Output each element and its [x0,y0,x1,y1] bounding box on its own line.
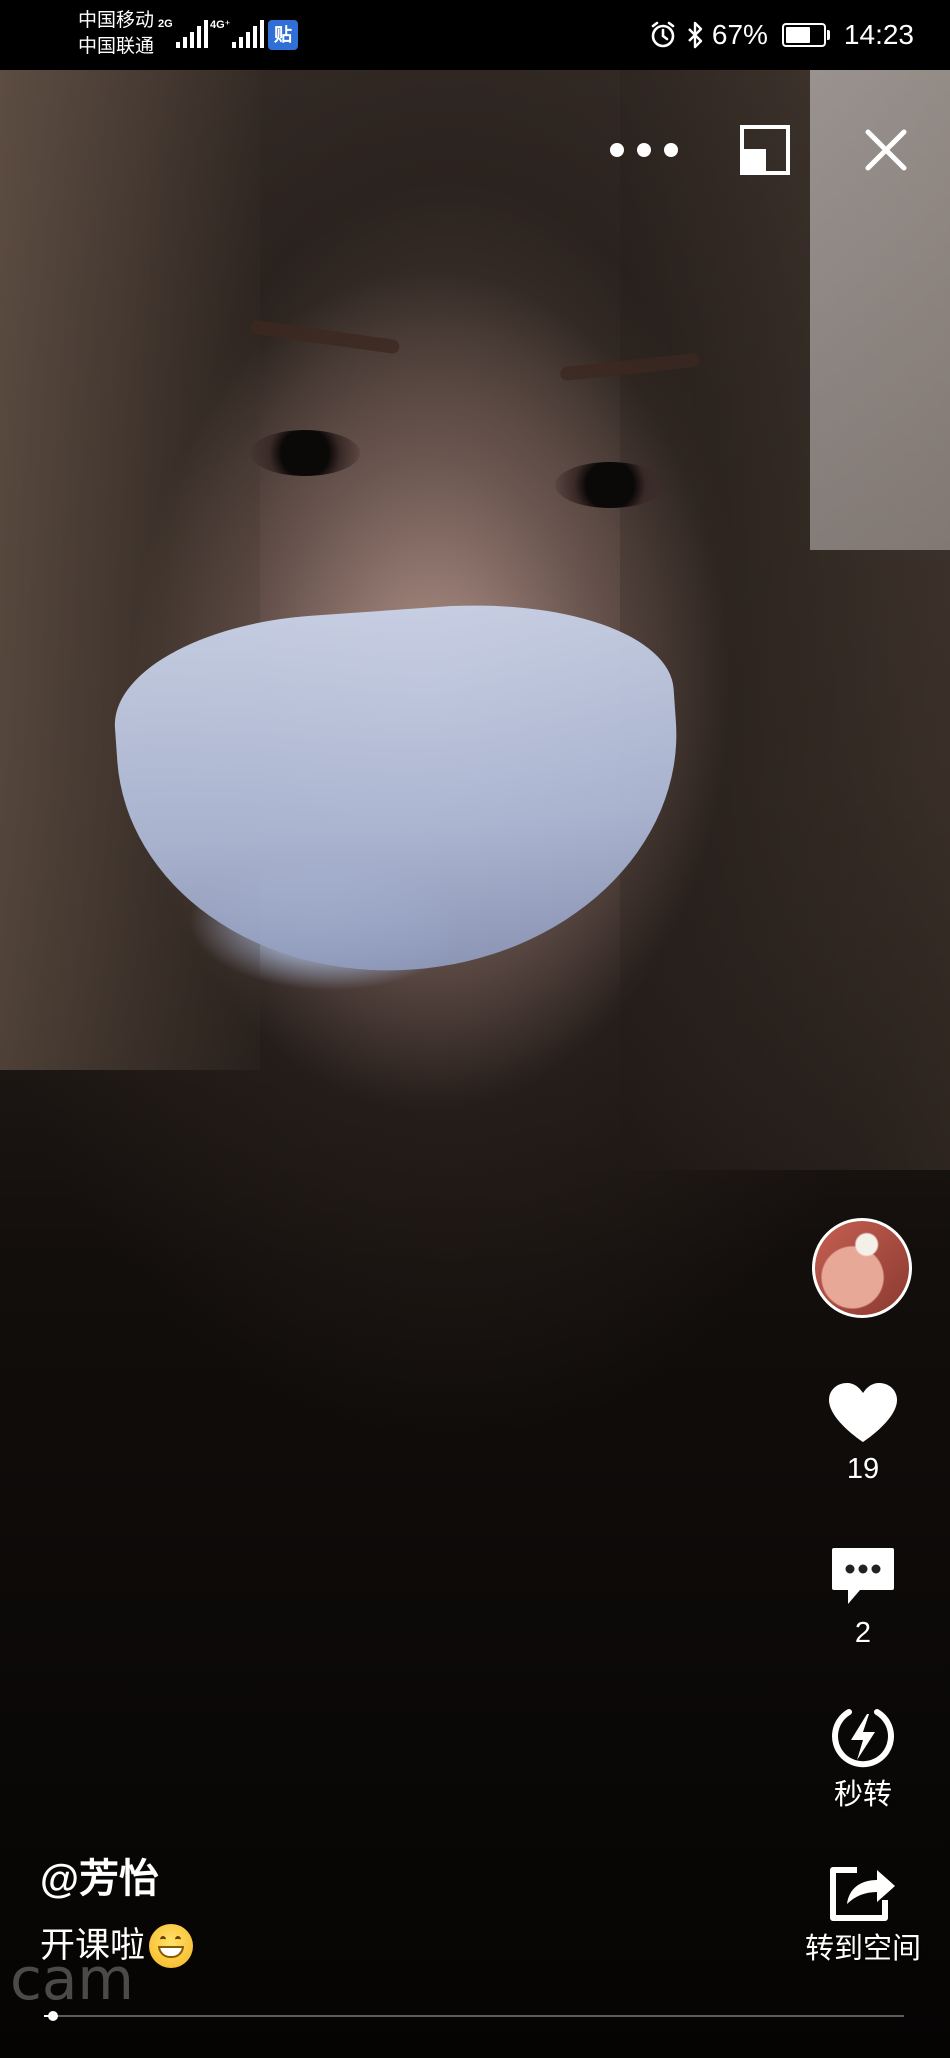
share-icon [830,1867,895,1921]
video-player-screen: cam 中国移动 中国联通 2G 4G⁺ 贴 67% 14:23 19 2 秒转… [0,0,950,2058]
quick-forward-button[interactable]: 秒转 [800,1702,926,1812]
heart-icon [829,1383,897,1442]
more-icon-dot [664,143,678,157]
battery-percent: 67% [711,19,768,50]
battery-fill [785,27,810,43]
network-type-1: 2G [158,18,173,30]
battery-icon [781,23,830,47]
comment-icon [832,1548,894,1604]
floating-window-button[interactable] [740,125,790,175]
playback-progress-bar[interactable] [44,2011,904,2021]
grin-emoji-icon [149,1924,194,1968]
share-to-space-label: 转到空间 [804,1933,921,1965]
playback-progress-handle[interactable] [47,2011,58,2021]
quick-forward-label: 秒转 [833,1779,892,1811]
status-bar: 中国移动 中国联通 2G 4G⁺ 贴 67% 14:23 [0,0,950,70]
caption-text: 开课啦 [40,1926,146,1965]
share-to-space-button[interactable]: 转到空间 [788,1862,938,1966]
post-caption: 开课啦 [40,1924,194,1968]
app-notification-badge: 贴 [268,20,298,50]
video-hair-right [620,70,950,1170]
carrier-names: 中国移动 中国联通 [78,8,154,60]
close-button[interactable] [862,126,910,174]
bluetooth-icon [688,21,703,49]
signal-icon-1 [176,20,208,48]
video-eye-right [555,462,665,508]
more-icon [610,143,624,157]
author-name[interactable]: @芳怡 [40,1855,159,1903]
comment-button[interactable]: 2 [800,1546,926,1650]
carrier-2: 中国联通 [78,36,155,57]
carrier-1: 中国移动 [78,10,155,31]
more-options-button[interactable] [610,128,678,172]
like-button[interactable]: 19 [800,1382,926,1486]
signal-icon-2 [232,20,264,48]
close-icon [865,129,907,171]
network-type-2: 4G⁺ [210,19,231,31]
alarm-icon [651,21,675,48]
status-right-group: 67% 14:23 [648,14,914,56]
author-avatar[interactable] [812,1218,912,1318]
clock: 14:23 [843,19,914,50]
lightning-icon [832,1709,894,1768]
like-count: 19 [846,1453,880,1485]
comment-count: 2 [854,1617,872,1649]
video-eye-left [250,430,360,476]
window-icon [740,125,790,175]
more-icon-dot [637,143,651,157]
